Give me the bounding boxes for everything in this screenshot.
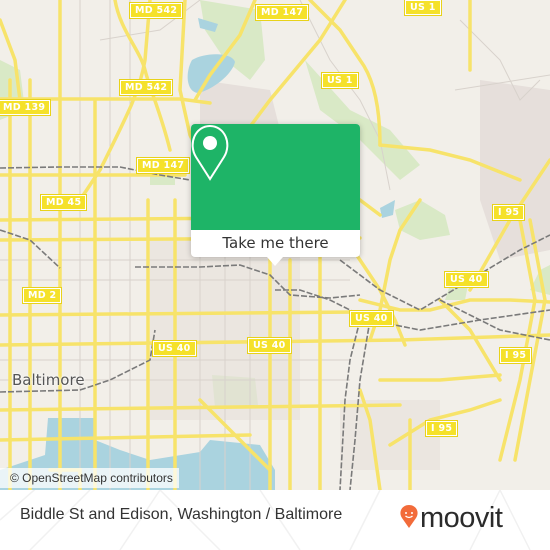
footer: Biddle St and Edison, Washington / Balti…: [0, 490, 550, 550]
route-shield-md-147: MD 147: [135, 157, 191, 174]
route-shield-i-95: I 95: [424, 420, 459, 437]
city-label-baltimore: Baltimore: [12, 371, 85, 389]
brand-name: moovit: [420, 502, 503, 534]
route-shield-md-139: MD 139: [0, 99, 52, 116]
route-shield-us-40: US 40: [349, 310, 394, 327]
location-pin-icon: [191, 124, 229, 181]
route-shield-md-542: MD 542: [128, 2, 184, 19]
route-shield-us-40: US 40: [444, 271, 489, 288]
popup-pointer: [267, 257, 283, 266]
route-shield-us-40: US 40: [247, 337, 292, 354]
popup-header[interactable]: [191, 124, 360, 230]
route-shield-md-2: MD 2: [21, 287, 63, 304]
route-shield-us-1: US 1: [404, 0, 442, 16]
route-shield-i-95: I 95: [498, 347, 533, 364]
moovit-pin-icon: [400, 505, 418, 528]
take-me-there-popup[interactable]: Take me there: [191, 124, 360, 266]
route-shield-md-542: MD 542: [118, 79, 174, 96]
route-shield-us-1: US 1: [321, 72, 359, 89]
route-shield-i-95: I 95: [491, 204, 526, 221]
route-shield-md-147: MD 147: [254, 4, 310, 21]
route-shield-md-45: MD 45: [39, 194, 88, 211]
take-me-there-button[interactable]: Take me there: [191, 230, 360, 257]
map-attribution[interactable]: © OpenStreetMap contributors: [0, 468, 179, 488]
stop-title: Biddle St and Edison, Washington / Balti…: [20, 506, 343, 523]
map-view[interactable]: MD 542 MD 147 US 1 MD 542 US 1 MD 139 MD…: [0, 0, 550, 490]
route-shield-us-40: US 40: [152, 340, 197, 357]
